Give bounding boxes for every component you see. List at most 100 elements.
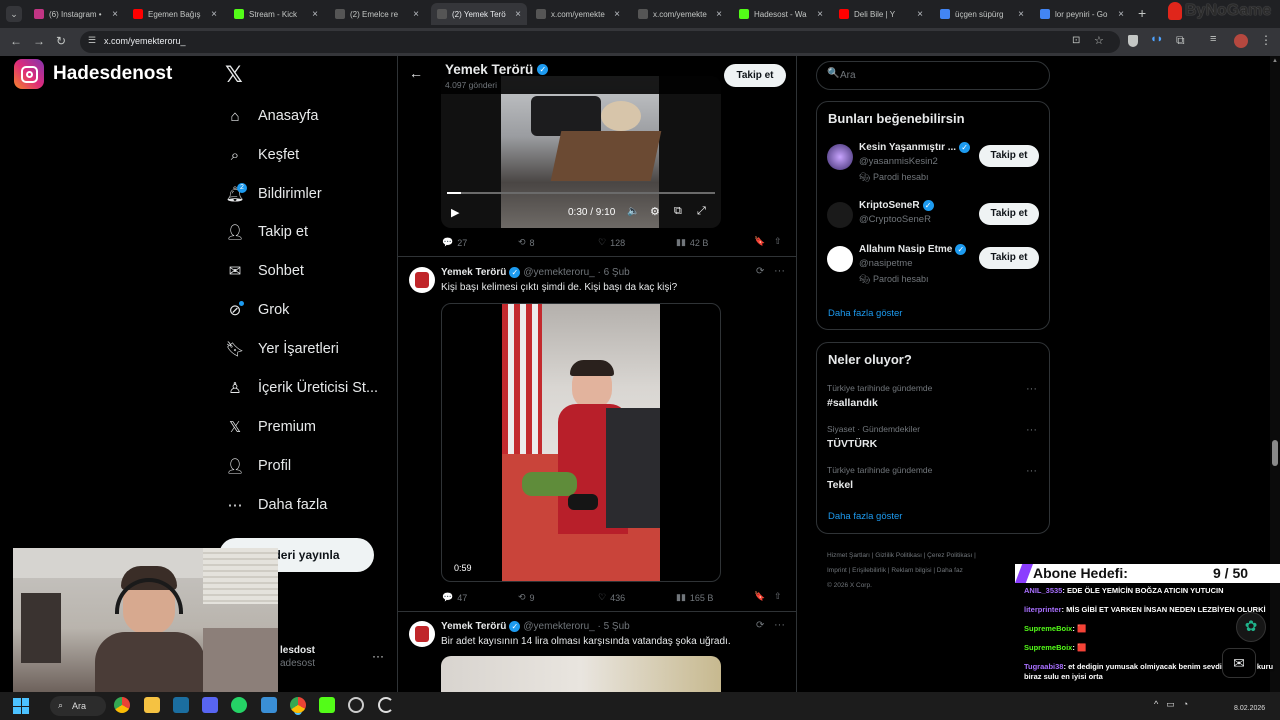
install-icon[interactable]: ⊡ — [1072, 35, 1080, 46]
header-follow-button[interactable]: Takip et — [724, 64, 786, 87]
shield-icon[interactable] — [1128, 35, 1138, 47]
more-dots-icon[interactable]: ··· — [372, 649, 384, 663]
trend-more-icon[interactable]: ··· — [1026, 383, 1037, 395]
suggestion-name[interactable]: KriptoSeneR — [859, 200, 920, 211]
bookmark-action-icon[interactable]: 🔖 — [754, 591, 765, 602]
browser-tab[interactable]: Hadesost - Wa × — [733, 3, 829, 25]
back-icon[interactable]: ← — [10, 34, 22, 48]
follow-button[interactable]: Takip et — [979, 145, 1039, 167]
extensions-icon[interactable]: ⧉ — [1176, 33, 1185, 48]
taskbar-search[interactable]: ⌕ Ara — [50, 696, 106, 716]
nav-item-daha-fazla[interactable]: ⋯ Daha fazla — [226, 490, 328, 520]
app-icon[interactable] — [261, 697, 277, 713]
trend-item[interactable]: Türkiye tarihinde gündemde Tekel ··· — [827, 465, 1041, 491]
messages-fab-icon[interactable]: ✉ — [1222, 648, 1256, 678]
new-tab-button[interactable]: + — [1138, 5, 1146, 21]
whatsapp-app-icon[interactable] — [231, 697, 247, 713]
browser-tab[interactable]: Stream - Kick × — [228, 3, 324, 25]
discord-app-icon[interactable] — [202, 697, 218, 713]
nav-item-premium[interactable]: 𝕏 Premium — [226, 412, 316, 442]
profile-avatar-icon[interactable] — [1234, 34, 1248, 48]
grok-tweet-icon[interactable]: ⟳ — [756, 620, 764, 631]
bookmark-action-icon[interactable]: 🔖 — [754, 236, 765, 247]
browser-tab[interactable]: (6) Instagram • × — [28, 3, 124, 25]
suggestion-avatar[interactable] — [827, 144, 853, 170]
follow-button[interactable]: Takip et — [979, 203, 1039, 225]
tab-close-icon[interactable]: × — [614, 9, 620, 20]
share-action-icon[interactable]: ⇧ — [774, 591, 782, 602]
browser-tab[interactable]: üçgen süpürg × — [934, 3, 1030, 25]
trend-item[interactable]: Siyaset · Gündemdekiler TÜVTÜRK ··· — [827, 424, 1041, 450]
scrollbar-thumb[interactable] — [1272, 440, 1278, 466]
browser-tab[interactable]: x.com/yemekte × — [632, 3, 728, 25]
windows-start-icon[interactable] — [13, 698, 29, 714]
video-progress-track[interactable] — [447, 192, 715, 194]
suggestion-name[interactable]: Kesin Yaşanmıştır ... — [859, 142, 956, 153]
scrollbar-up-icon[interactable]: ▲ — [1272, 58, 1278, 64]
tab-close-icon[interactable]: × — [917, 9, 923, 20]
suggestion-avatar[interactable] — [827, 246, 853, 272]
steam-app-icon[interactable] — [173, 697, 189, 713]
tweet-more-icon[interactable]: ··· — [774, 619, 785, 631]
back-arrow-icon[interactable]: ← — [409, 65, 423, 81]
like-action[interactable]: ♡ 436 — [598, 592, 625, 603]
tab-close-icon[interactable]: × — [112, 9, 118, 20]
share-action-icon[interactable]: ⇧ — [774, 236, 782, 247]
nav-item-yer-i-aretleri[interactable]: 🔖︎ Yer İşaretleri — [225, 334, 338, 364]
tab-close-icon[interactable]: × — [817, 9, 823, 20]
tweet-handle-date[interactable]: @yemekteroru_ · 5 Şub — [523, 621, 629, 632]
chrome-active-app-icon[interactable] — [290, 697, 306, 713]
browser-tab[interactable]: lor peyniri - Go × — [1034, 3, 1130, 25]
nav-item-sohbet[interactable]: ✉ Sohbet — [226, 256, 304, 286]
settings-icon[interactable]: ⚙ — [650, 205, 660, 218]
account-switcher[interactable]: lesdost adesost ··· — [280, 645, 390, 675]
nav-item-bildirimler[interactable]: 🔔︎ 2 Bildirimler — [225, 179, 322, 209]
repost-action[interactable]: ⟲ 9 — [518, 592, 535, 603]
nav-item-profil[interactable]: 👤︎ Profil — [225, 451, 291, 481]
tweet-author-name[interactable]: Yemek Terörü — [441, 621, 506, 632]
tab-close-icon[interactable]: × — [211, 9, 217, 20]
kick-app-icon[interactable] — [319, 697, 335, 713]
bookmark-star-icon[interactable]: ☆ — [1094, 34, 1104, 47]
nav-item-ke-fet[interactable]: ⌕ Keşfet — [226, 140, 299, 170]
site-info-icon[interactable]: ☰ — [88, 35, 96, 46]
tweet-avatar[interactable] — [409, 621, 435, 647]
grok-fab-icon[interactable]: ✿ — [1236, 612, 1266, 642]
pip-icon[interactable]: ⧉ — [674, 205, 682, 218]
tweet-handle-date[interactable]: @yemekteroru_ · 6 Şub — [523, 267, 629, 278]
tab-close-icon[interactable]: × — [1018, 9, 1024, 20]
volume-icon[interactable]: 🔈 — [627, 206, 639, 217]
url-text[interactable]: x.com/yemekteroru_ — [104, 36, 186, 46]
reload-icon[interactable]: ↻ — [56, 34, 66, 48]
tab-close-icon[interactable]: × — [312, 9, 318, 20]
nav-item-takip-et[interactable]: 👤︎ Takip et — [225, 217, 308, 247]
trend-more-icon[interactable]: ··· — [1026, 424, 1037, 436]
tab-search-button[interactable]: ⌄ — [6, 6, 22, 22]
browser-tab[interactable]: (2) Emelce re × — [329, 3, 425, 25]
play-icon[interactable]: ▶ — [451, 206, 459, 219]
obs-app-icon[interactable] — [348, 697, 364, 713]
browser-tab[interactable]: (2) Yemek Terö × — [431, 3, 527, 25]
reply-action[interactable]: 💬 27 — [442, 237, 467, 248]
chrome-app-icon[interactable] — [114, 697, 130, 713]
suggestion-name[interactable]: Allahım Nasip Etme — [859, 244, 952, 255]
tab-close-icon[interactable]: × — [413, 9, 419, 20]
search-box[interactable]: 🔍 Ara — [816, 61, 1050, 90]
media-icon[interactable]: ≡ — [1210, 33, 1216, 45]
browser-tab[interactable]: Egemen Bağış × — [127, 3, 223, 25]
like-action[interactable]: ♡ 128 — [598, 237, 625, 248]
menu-icon[interactable]: ⋮ — [1260, 33, 1272, 47]
app-icon[interactable] — [378, 697, 394, 713]
page-scrollbar[interactable]: ▲ — [1270, 56, 1280, 692]
follow-button[interactable]: Takip et — [979, 247, 1039, 269]
nav-item-i-erik-reticisi-st-[interactable]: ♙ İçerik Üreticisi St... — [226, 373, 378, 403]
video-player-2[interactable]: 0:59 — [441, 303, 721, 582]
show-more-link[interactable]: Daha fazla göster — [828, 308, 902, 319]
suggestion-item[interactable]: Kesin Yaşanmıştır ... ✓ @yasanmisKesin2 🎭︎ … — [827, 140, 1041, 184]
tweet-avatar[interactable] — [409, 267, 435, 293]
browser-tab[interactable]: Deli Bile | Y × — [833, 3, 929, 25]
video-player-1[interactable]: ▶ 0:30 / 9:10 🔈 ⚙ ⧉ ⤢ — [441, 76, 721, 228]
x-logo-icon[interactable]: 𝕏 — [225, 63, 243, 88]
extension-audio-icon[interactable]: ◖◗ — [1150, 33, 1163, 45]
nav-item-grok[interactable]: ⊘ Grok — [226, 295, 289, 325]
